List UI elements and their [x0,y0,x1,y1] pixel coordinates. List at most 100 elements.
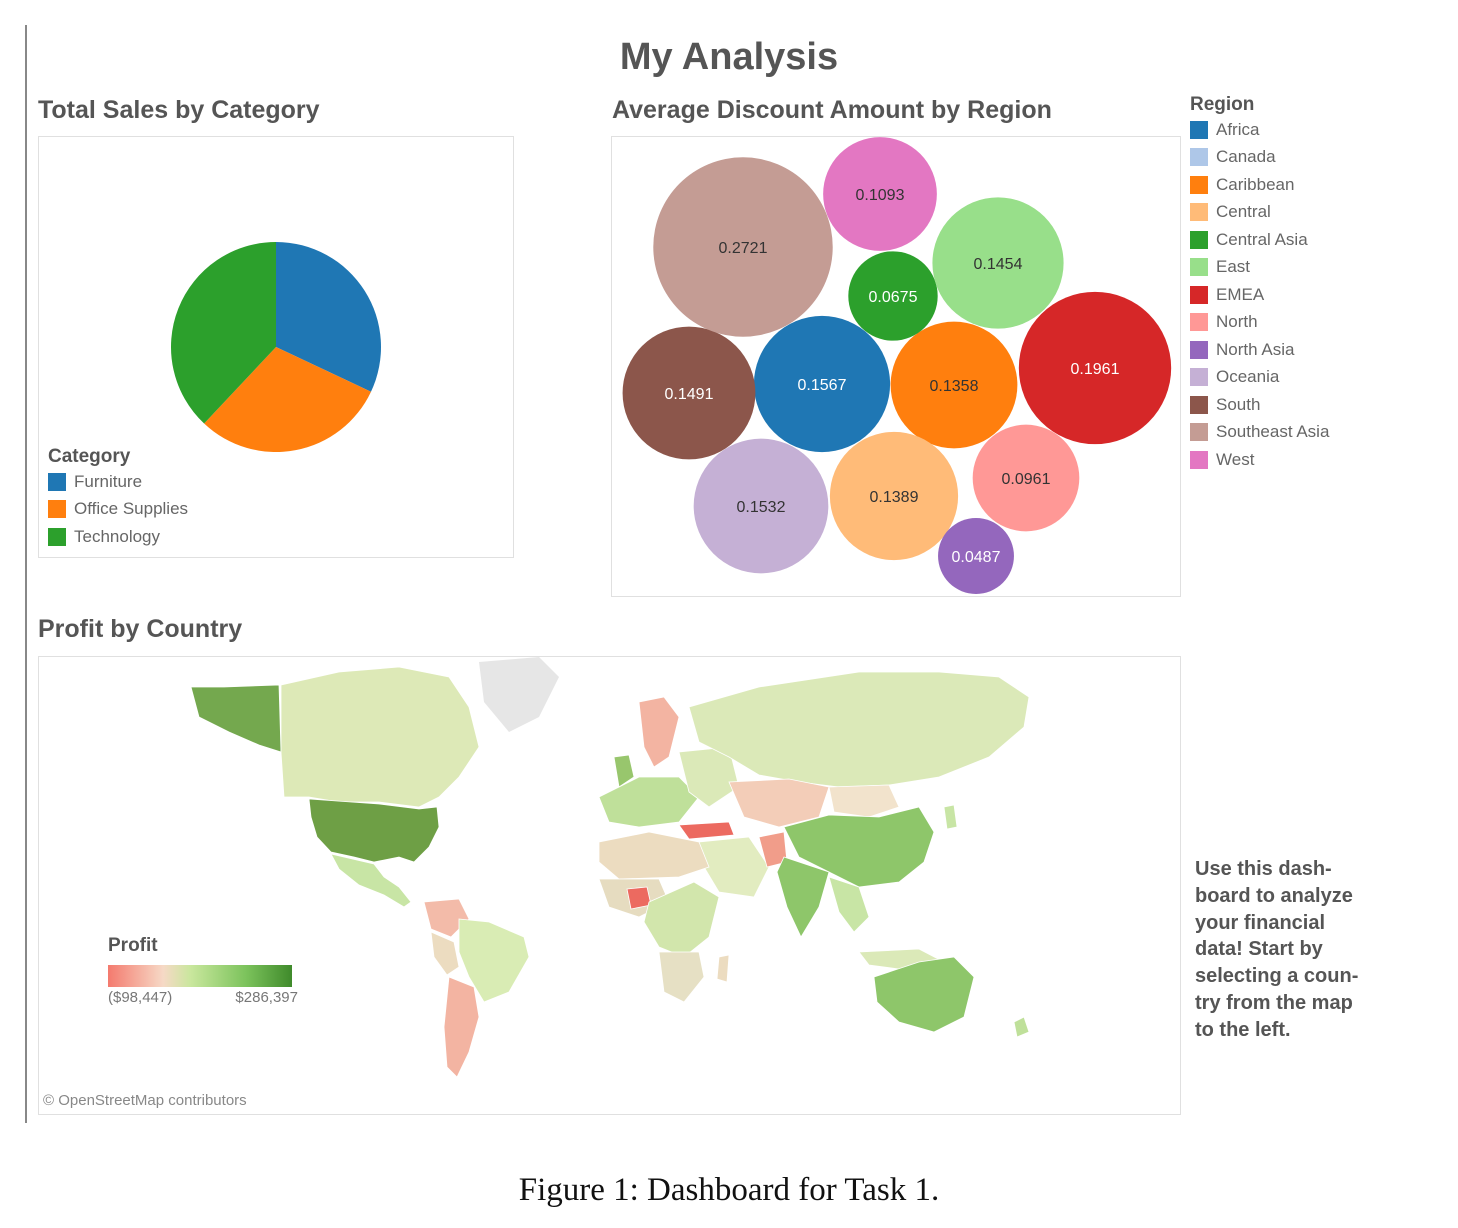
australia-shape[interactable] [873,956,975,1033]
profit-legend-min: ($98,447) [108,989,173,1006]
usa-shape[interactable] [308,798,440,863]
middle-east-shape[interactable] [698,836,770,898]
legend-swatch [1190,368,1208,387]
mongolia-shape[interactable] [828,784,900,818]
alaska-shape[interactable] [190,684,282,753]
legend-swatch [48,500,66,519]
legend-swatch [48,472,66,491]
map-panel [38,656,1181,1115]
greenland-shape [479,657,559,732]
bubble-label: 0.1358 [930,378,979,395]
legend-swatch [1190,258,1208,277]
legend-swatch [1190,423,1208,442]
bubble-label: 0.0675 [869,289,918,306]
legend-swatch [1190,175,1208,194]
argentina-shape[interactable] [443,976,480,1078]
region-legend-item[interactable]: North [1190,309,1329,337]
bubble-chart-panel: 0.1567 0.1358 0.1389 0.0675 0.1454 0.1961 0.09… [611,136,1181,597]
bubble-label: 0.1532 [737,499,786,516]
legend-label: Office Supplies [74,499,189,519]
legend-swatch [1190,395,1208,414]
legend-label: Furniture [74,471,143,491]
legend-label: Oceania [1216,367,1280,387]
mexico-shape[interactable] [330,853,412,908]
profit-legend: Profit ($98,447) $286,397 [108,935,298,1006]
nigeria-shape[interactable] [626,886,652,910]
legend-swatch [1190,230,1208,249]
bubble-label: 0.0961 [1002,471,1051,488]
legend-swatch [1190,203,1208,222]
legend-swatch [1190,450,1208,469]
legend-label: EMEA [1216,284,1265,304]
legend-label: Canada [1216,147,1276,167]
category-legend-item[interactable]: Technology [48,523,188,551]
region-legend-item[interactable]: South [1190,391,1329,419]
legend-label: Technology [74,526,161,546]
category-legend-item[interactable]: Furniture [48,468,188,496]
category-legend-item[interactable]: Office Supplies [48,496,188,524]
region-legend: Region Africa Canada Caribbean Central Centr… [1190,94,1329,474]
bubble-label: 0.2721 [719,240,768,257]
region-legend-item[interactable]: Southeast Asia [1190,419,1329,447]
region-legend-item[interactable]: Canada [1190,144,1329,172]
legend-swatch [1190,120,1208,139]
profit-gradient-bar [108,965,292,987]
dashboard-note: Use this dash- board to analyze your fin… [1195,858,1359,1041]
pie-chart-title: Total Sales by Category [38,96,320,124]
bubble-label: 0.1389 [870,489,919,506]
region-legend-item[interactable]: Oceania [1190,364,1329,392]
bubble-label: 0.0487 [952,549,1001,566]
legend-label: Africa [1216,119,1260,139]
new-zealand-shape[interactable] [1013,1016,1030,1038]
peru-shape[interactable] [430,931,460,976]
legend-swatch [1190,148,1208,167]
legend-label: North [1216,312,1258,332]
bubble-label: 0.1093 [856,187,905,204]
region-legend-item[interactable]: Caribbean [1190,171,1329,199]
southern-africa-shape[interactable] [658,951,705,1003]
region-legend-item[interactable]: North Asia [1190,336,1329,364]
region-legend-item[interactable]: EMEA [1190,281,1329,309]
turkey-shape[interactable] [678,821,735,840]
japan-shape[interactable] [943,804,958,830]
region-legend-item[interactable]: Central [1190,199,1329,227]
region-legend-title: Region [1190,94,1255,115]
legend-label: Central Asia [1216,229,1308,249]
legend-swatch [1190,313,1208,332]
norway-sweden-shape[interactable] [638,696,680,768]
canada-shape[interactable] [280,666,480,808]
region-legend-item[interactable]: Africa [1190,116,1329,144]
legend-label: East [1216,257,1251,277]
india-shape[interactable] [776,856,830,938]
russia-shape[interactable] [688,671,1030,788]
map-attribution[interactable]: © OpenStreetMap contributors [43,1092,247,1109]
western-europe-shape[interactable] [598,776,700,828]
legend-label: Central [1216,202,1271,222]
profit-legend-title: Profit [108,935,158,956]
category-legend: Category Furniture Office Supplies Technol… [48,446,188,551]
figure-caption: Figure 1: Dashboard for Task 1. [518,1172,940,1208]
bubble-chart-title: Average Discount Amount by Region [612,96,1052,124]
map-title: Profit by Country [38,615,243,643]
category-legend-title: Category [48,446,131,467]
legend-label: Southeast Asia [1216,422,1330,442]
world-map[interactable] [39,657,1180,1114]
region-legend-item[interactable]: West [1190,446,1329,474]
madagascar-shape[interactable] [716,954,730,983]
region-legend-item[interactable]: Central Asia [1190,226,1329,254]
profit-legend-max: $286,397 [235,989,298,1006]
bubble-chart[interactable]: 0.1567 0.1358 0.1389 0.0675 0.1454 0.1961 0.09… [612,137,1180,596]
bubble-label: 0.1454 [974,256,1023,273]
legend-swatch [48,527,66,546]
region-legend-item[interactable]: East [1190,254,1329,282]
bubble-label: 0.1961 [1071,361,1120,378]
legend-swatch [1190,285,1208,304]
page-left-rule [25,25,27,1123]
bubble-label: 0.1567 [798,377,847,394]
legend-label: Caribbean [1216,174,1295,194]
bubble-label: 0.1491 [665,386,714,403]
legend-label: West [1216,449,1255,469]
legend-label: South [1216,394,1261,414]
dashboard-title: My Analysis [619,36,839,78]
legend-swatch [1190,340,1208,359]
